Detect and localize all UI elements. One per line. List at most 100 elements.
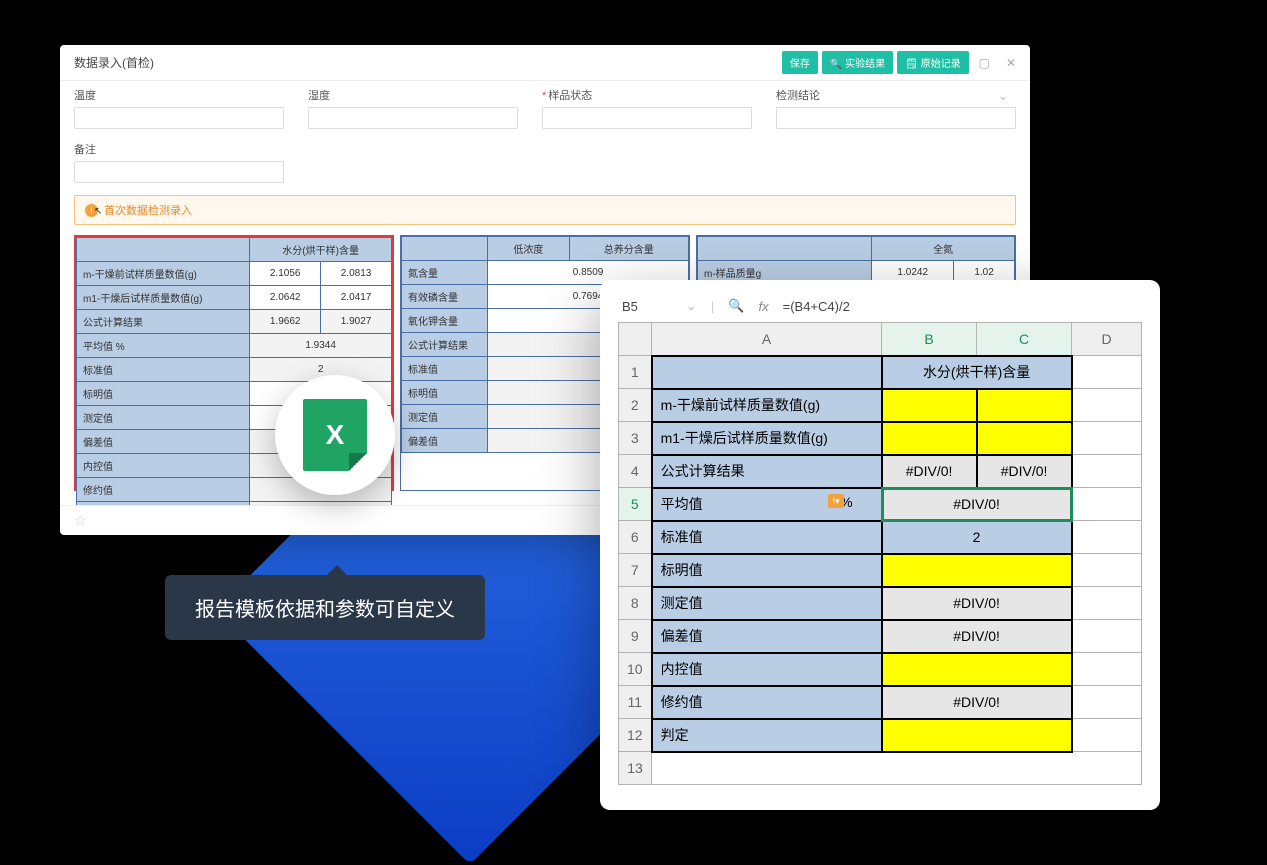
humidity-label: 湿度: [308, 87, 518, 103]
sheet-cell[interactable]: #DIV/0!: [882, 455, 977, 488]
callout-tooltip: 报告模板依据和参数可自定义: [165, 575, 485, 640]
humidity-input[interactable]: [308, 107, 518, 129]
table-row-label: 测定值: [77, 406, 250, 430]
sheet-cell[interactable]: [882, 719, 1072, 752]
conclusion-label: 检测结论: [776, 87, 1016, 103]
moisture-header: 水分(烘干样)含量: [250, 238, 392, 262]
table-row-label: m1-干燥后试样质量数值(g): [77, 286, 250, 310]
window-title: 数据录入(首检): [74, 54, 154, 71]
sample-state-label: *样品状态: [542, 87, 752, 103]
cell[interactable]: 2.1056: [250, 262, 321, 286]
table-row-label: 偏差值: [77, 430, 250, 454]
conclusion-select[interactable]: [776, 107, 1016, 129]
remark-input[interactable]: [74, 161, 284, 183]
sheet-cell[interactable]: #DIV/0!: [882, 686, 1072, 719]
first-entry-alert: i 首次数据检测录入: [74, 195, 1016, 225]
row-header[interactable]: 3: [619, 422, 652, 455]
table-row-label: 有效磷含量: [402, 285, 488, 309]
tooltip-text: 报告模板依据和参数可自定义: [195, 599, 455, 621]
close-icon[interactable]: ✕: [1000, 56, 1022, 70]
row-header[interactable]: 6: [619, 521, 652, 554]
table-row-label: 标明值: [77, 382, 250, 406]
save-button[interactable]: 保存: [782, 51, 818, 74]
table-row-label: 测定值: [402, 405, 488, 429]
cell-reference[interactable]: B5: [622, 299, 672, 314]
table-row-label: m-干燥前试样质量数值(g): [77, 262, 250, 286]
sheet-cell[interactable]: [977, 389, 1072, 422]
total-nutrient-header: 总养分含量: [569, 237, 688, 261]
alert-text: 首次数据检测录入: [104, 202, 192, 218]
temperature-input[interactable]: [74, 107, 284, 129]
cell[interactable]: 2.0417: [321, 286, 392, 310]
row-header[interactable]: 4: [619, 455, 652, 488]
row-header[interactable]: 2: [619, 389, 652, 422]
cell[interactable]: 2.0642: [250, 286, 321, 310]
col-header[interactable]: B: [882, 323, 977, 356]
cell: 1.9662: [250, 310, 321, 334]
row-header[interactable]: 8: [619, 587, 652, 620]
info-icon: i: [85, 204, 98, 217]
col-header[interactable]: D: [1072, 323, 1142, 356]
fx-label[interactable]: fx: [758, 299, 768, 314]
table-row-label: 内控值: [77, 454, 250, 478]
excel-icon-badge: X: [275, 375, 395, 495]
sheet-cell[interactable]: #DIV/0!: [882, 587, 1072, 620]
sheet-cell[interactable]: 测定值: [652, 587, 882, 620]
sheet-cell[interactable]: 标准值: [652, 521, 882, 554]
row-header[interactable]: 5: [619, 488, 652, 521]
cell: 1.9344: [250, 334, 392, 358]
sheet-cell[interactable]: 公式计算结果: [652, 455, 882, 488]
nitrogen-header: 全氮: [872, 237, 1015, 261]
formula-text[interactable]: =(B4+C4)/2: [783, 299, 850, 314]
sheet-cell[interactable]: [977, 422, 1072, 455]
sheet-cell[interactable]: 2: [882, 521, 1072, 554]
chevron-down-icon[interactable]: ⌄: [686, 298, 697, 314]
row-header[interactable]: 12: [619, 719, 652, 752]
sample-state-input[interactable]: [542, 107, 752, 129]
remark-label: 备注: [74, 141, 284, 157]
warning-icon[interactable]: !▾: [828, 494, 844, 508]
row-header[interactable]: 13: [619, 752, 652, 785]
sheet-cell[interactable]: m-干燥前试样质量数值(g): [652, 389, 882, 422]
table-row-label: 氧化钾含量: [402, 309, 488, 333]
search-icon[interactable]: 🔍: [728, 298, 744, 314]
result-button[interactable]: 🔍 实验结果: [822, 51, 893, 74]
sheet-cell[interactable]: 偏差值: [652, 620, 882, 653]
row-header[interactable]: 7: [619, 554, 652, 587]
raw-record-button[interactable]: 🗒 原始记录: [897, 51, 968, 74]
cell: 1.9027: [321, 310, 392, 334]
row-header[interactable]: 10: [619, 653, 652, 686]
sheet-cell[interactable]: 平均值%!▾: [652, 488, 882, 521]
row-header[interactable]: 11: [619, 686, 652, 719]
spreadsheet-grid[interactable]: A B C D 1 水分(烘干样)含量 2 m-干燥前试样质量数值(g) 3 m…: [618, 322, 1142, 785]
row-header[interactable]: 9: [619, 620, 652, 653]
excel-preview-card: B5 ⌄ | 🔍 fx =(B4+C4)/2 A B C D 1 水分(烘干样)…: [600, 280, 1160, 810]
sheet-cell-selected[interactable]: #DIV/0!: [882, 488, 1072, 521]
table-row-label: 平均值 %: [77, 334, 250, 358]
col-header[interactable]: C: [977, 323, 1072, 356]
sheet-cell[interactable]: 标明值: [652, 554, 882, 587]
cell[interactable]: 2.0813: [321, 262, 392, 286]
sheet-cell[interactable]: m1-干燥后试样质量数值(g): [652, 422, 882, 455]
sheet-cell[interactable]: 内控值: [652, 653, 882, 686]
sheet-cell[interactable]: [882, 422, 977, 455]
maximize-icon[interactable]: ▢: [973, 56, 996, 70]
sheet-cell[interactable]: 判定: [652, 719, 882, 752]
row-header[interactable]: 1: [619, 356, 652, 389]
sheet-cell[interactable]: [882, 389, 977, 422]
table-row-label: 标准值: [77, 358, 250, 382]
table-row-label: 公式计算结果: [77, 310, 250, 334]
sheet-cell[interactable]: [882, 554, 1072, 587]
col-header[interactable]: A: [652, 323, 882, 356]
table-row-label: 氮含量: [402, 261, 488, 285]
sheet-merged-header[interactable]: 水分(烘干样)含量: [882, 356, 1072, 389]
excel-file-icon: X: [303, 399, 367, 471]
sheet-cell[interactable]: #DIV/0!: [882, 620, 1072, 653]
formula-bar: B5 ⌄ | 🔍 fx =(B4+C4)/2: [618, 296, 1142, 322]
table-row-label: 偏差值: [402, 429, 488, 453]
sheet-cell[interactable]: 修约值: [652, 686, 882, 719]
temperature-label: 温度: [74, 87, 284, 103]
titlebar: 数据录入(首检) 保存 🔍 实验结果 🗒 原始记录 ▢ ✕: [60, 45, 1030, 81]
sheet-cell[interactable]: #DIV/0!: [977, 455, 1072, 488]
sheet-cell[interactable]: [882, 653, 1072, 686]
